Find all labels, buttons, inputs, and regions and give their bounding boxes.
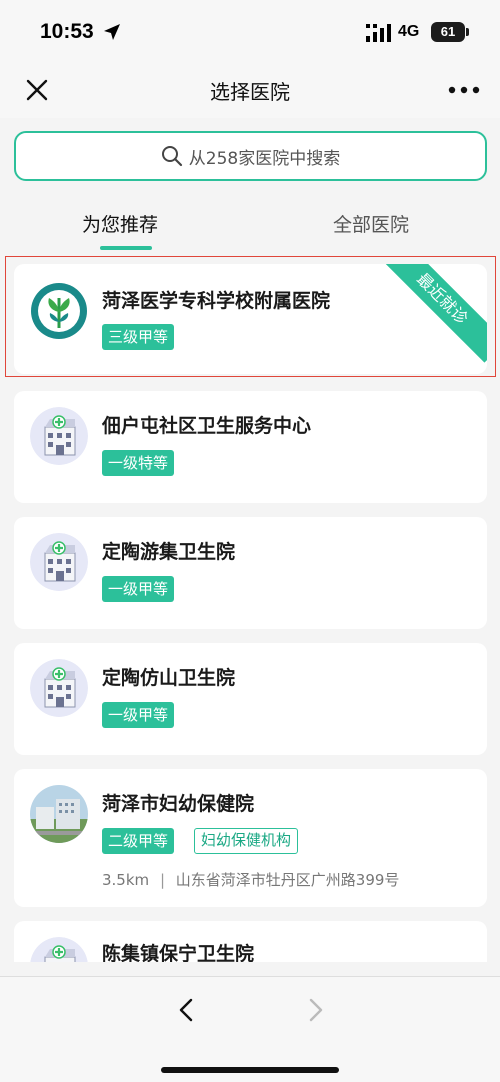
tab-all-hospitals[interactable]: 全部医院 — [333, 210, 409, 237]
level-badge: 二级甲等 — [102, 828, 175, 854]
hospital-card[interactable]: 定陶仿山卫生院 一级甲等 — [14, 643, 487, 755]
hospital-name: 菏泽医学专科学校附属医院 — [102, 290, 331, 312]
hospital-card[interactable]: 菏泽市妇幼保健院 二级甲等 妇幼保健机构 3.5km | 山东省菏泽市牡丹区广州… — [14, 769, 487, 907]
address: 山东省菏泽市牡丹区广州路399号 — [175, 871, 400, 889]
tab-active-indicator — [100, 246, 152, 250]
separator: | — [159, 871, 165, 889]
status-time: 10:53 — [40, 20, 94, 43]
battery-tip — [466, 28, 469, 36]
category-badge: 妇幼保健机构 — [194, 828, 299, 854]
battery-icon: 61 — [431, 22, 465, 42]
page-title: 选择医院 — [210, 80, 290, 104]
tab-recommended[interactable]: 为您推荐 — [82, 210, 158, 237]
browser-toolbar — [0, 976, 500, 1082]
hospital-card[interactable]: 菏泽医学专科学校附属医院 三级甲等 最近就诊 — [14, 264, 487, 374]
list-bottom-edge — [0, 962, 500, 976]
distance: 3.5km — [102, 871, 150, 889]
hospital-name: 定陶仿山卫生院 — [102, 667, 236, 689]
hospital-card[interactable]: 定陶游集卫生院 一级甲等 — [14, 517, 487, 629]
level-badge: 一级甲等 — [102, 576, 175, 602]
search-placeholder: 从258家医院中搜索 — [188, 148, 341, 169]
level-badge: 三级甲等 — [102, 324, 175, 350]
level-badge: 一级特等 — [102, 450, 175, 476]
status-bar: 10:53 4G 61 — [0, 0, 500, 62]
hospital-name: 菏泽市妇幼保健院 — [102, 793, 255, 815]
search-input[interactable]: 从258家医院中搜索 — [14, 131, 487, 181]
location-arrow-icon — [104, 24, 120, 40]
hospital-location: 3.5km | 山东省菏泽市牡丹区广州路399号 — [102, 869, 399, 890]
hospital-building-icon — [30, 533, 88, 591]
hospital-building-icon — [30, 407, 88, 465]
hospital-name: 佃户屯社区卫生服务中心 — [102, 415, 312, 437]
home-indicator — [161, 1067, 339, 1073]
level-badge: 一级甲等 — [102, 702, 175, 728]
hospital-card[interactable]: 佃户屯社区卫生服务中心 一级特等 — [14, 391, 487, 503]
signal-icon — [366, 24, 391, 42]
more-options-icon[interactable] — [448, 86, 480, 94]
hospital-name: 定陶游集卫生院 — [102, 541, 236, 563]
back-arrow-icon[interactable] — [176, 997, 196, 1023]
recent-visit-ribbon: 最近就诊 — [378, 264, 487, 363]
nav-bar: 选择医院 — [0, 62, 500, 118]
hospital-building-icon — [30, 659, 88, 717]
network-type: 4G — [398, 23, 420, 40]
hospital-photo-icon — [30, 785, 88, 843]
search-icon — [161, 146, 182, 167]
forward-arrow-icon — [309, 998, 323, 1022]
school-emblem-icon — [30, 282, 88, 340]
